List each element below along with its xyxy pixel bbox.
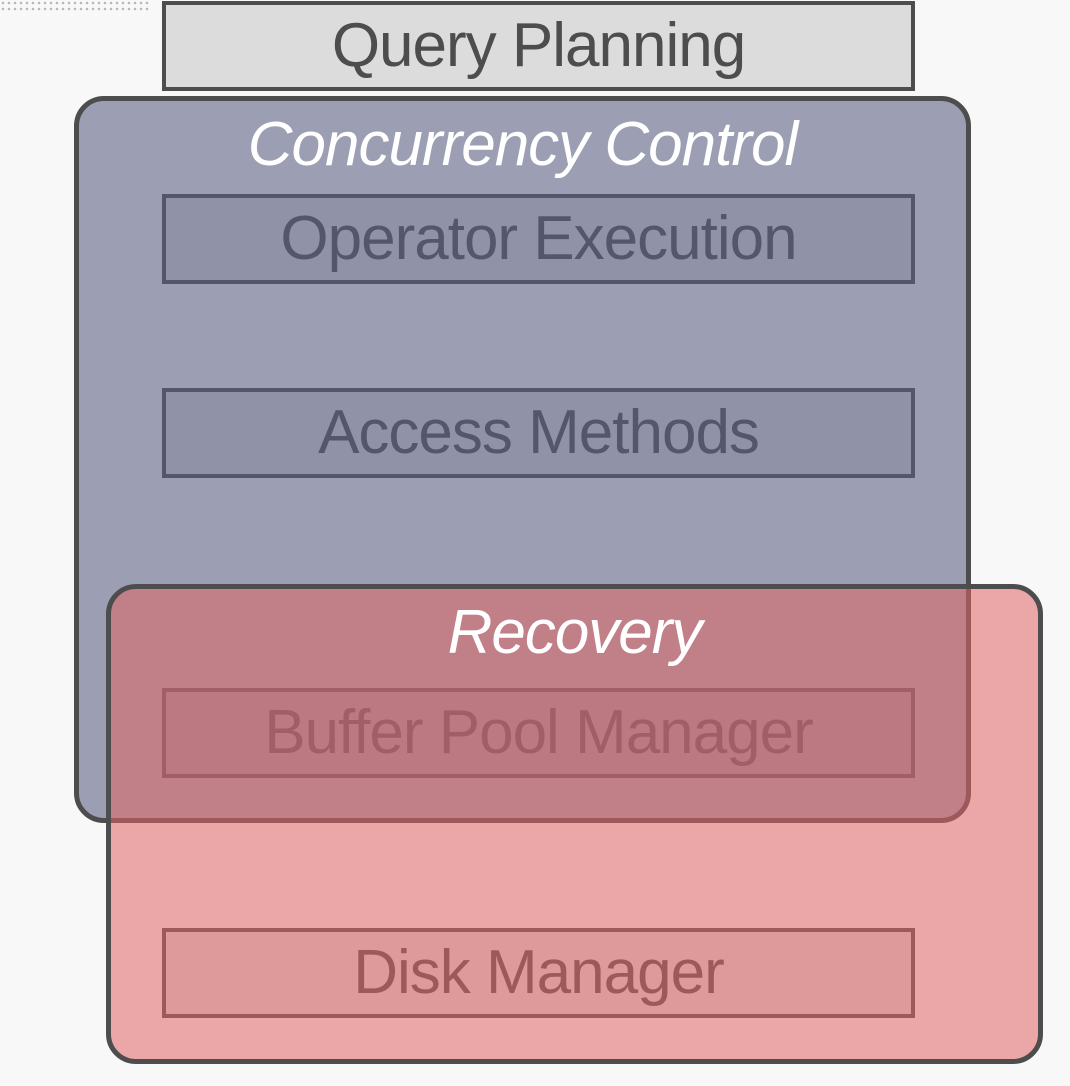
panel-concurrency-control-label: Concurrency Control bbox=[248, 109, 798, 180]
diagram-stage: Query Planning Operator Execution Access… bbox=[0, 0, 1070, 1086]
panel-recovery-label: Recovery bbox=[448, 597, 702, 668]
layer-query-planning: Query Planning bbox=[162, 1, 915, 91]
panel-recovery: Recovery bbox=[106, 584, 1043, 1064]
